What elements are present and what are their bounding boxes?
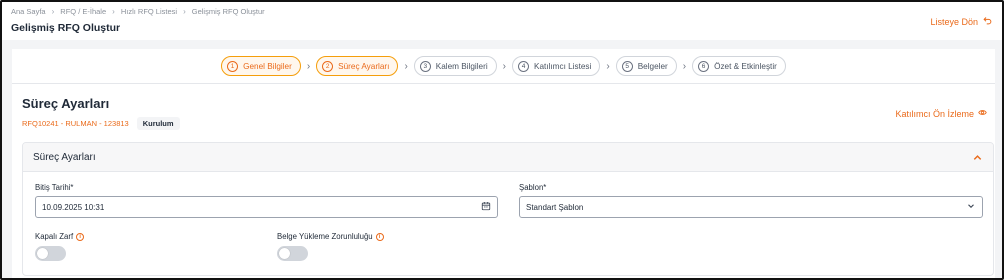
breadcrumb: Ana Sayfa › RFQ / E-İhale › Hızlı RFQ Li… [11, 7, 265, 16]
breadcrumb-item-current: Gelişmiş RFQ Oluştur [191, 7, 265, 16]
template-label: Şablon* [519, 183, 547, 192]
participant-preview-link[interactable]: Katılımcı Ön İzleme [895, 108, 987, 119]
toggle-knob [37, 248, 48, 259]
sealed-bid-label: Kapalı Zarf [35, 232, 74, 241]
step-label: Katılımcı Listesi [534, 61, 592, 71]
chevron-right-icon: › [682, 60, 687, 72]
template-value: Standart Şablon [526, 202, 584, 212]
chevron-right-icon: › [183, 7, 186, 16]
step-summary-activate[interactable]: 6 Özet & Etkinleştir [692, 56, 786, 76]
process-settings-card: Süreç Ayarları Bitiş Tarihi* 10.09.2025 … [22, 142, 994, 276]
chevron-right-icon: › [606, 60, 610, 72]
page-title: Gelişmiş RFQ Oluştur [11, 22, 121, 34]
app-frame: Ana Sayfa › RFQ / E-İhale › Hızlı RFQ Li… [0, 0, 1004, 280]
wizard-stepper: 1 Genel Bilgiler › 2 Süreç Ayarları › 3 … [12, 49, 995, 84]
template-select[interactable]: Standart Şablon [519, 196, 983, 218]
doc-upload-toggle[interactable] [277, 246, 308, 261]
participant-preview-label: Katılımcı Ön İzleme [895, 108, 974, 119]
step-number: 6 [698, 60, 710, 72]
chevron-right-icon: › [306, 60, 311, 72]
chevron-right-icon: › [112, 7, 115, 16]
step-label: Özet & Etkinleştir [714, 61, 777, 71]
step-label: Süreç Ayarları [338, 61, 390, 71]
step-process-settings[interactable]: 2 Süreç Ayarları [316, 56, 399, 76]
section-title: Süreç Ayarları [22, 96, 110, 111]
end-date-label: Bitiş Tarihi* [35, 183, 74, 192]
step-number: 5 [621, 60, 633, 72]
step-number: 4 [518, 60, 529, 72]
back-to-list-label: Listeye Dön [930, 16, 978, 27]
step-label: Kalem Bilgileri [435, 61, 488, 71]
chevron-right-icon: › [51, 7, 55, 16]
page-header: Ana Sayfa › RFQ / E-İhale › Hızlı RFQ Li… [2, 2, 1002, 40]
rfq-info-line: RFQ10241 - RULMAN - 123813 Kurulum [22, 117, 180, 130]
back-to-list-link[interactable]: Listeye Dön [930, 16, 992, 27]
chevron-right-icon: › [502, 60, 506, 72]
step-number: 1 [227, 60, 239, 72]
end-date-value: 10.09.2025 10:31 [42, 202, 105, 212]
toggle-knob [279, 248, 290, 259]
status-badge: Kurulum [136, 117, 180, 130]
sealed-bid-label-row: Kapalı Zarf i [35, 232, 85, 241]
chevron-up-icon[interactable] [971, 151, 983, 163]
step-documents[interactable]: 5 Belgeler [615, 56, 677, 76]
breadcrumb-item-quick-rfq-list[interactable]: Hızlı RFQ Listesi [121, 7, 177, 16]
breadcrumb-item-home[interactable]: Ana Sayfa [11, 7, 46, 16]
step-label: Genel Bilgiler [243, 61, 292, 71]
doc-upload-label: Belge Yükleme Zorunluluğu [277, 232, 373, 241]
end-date-field[interactable]: 10.09.2025 10:31 [35, 196, 498, 218]
main-content: Süreç Ayarları RFQ10241 - RULMAN - 12381… [12, 84, 995, 278]
step-general-info[interactable]: 1 Genel Bilgiler [221, 56, 301, 76]
undo-arrow-icon [983, 16, 992, 27]
eye-icon [978, 108, 987, 119]
step-item-info[interactable]: 3 Kalem Bilgileri [413, 56, 497, 76]
step-label: Belgeler [637, 61, 668, 71]
doc-upload-label-row: Belge Yükleme Zorunluluğu i [277, 232, 384, 241]
info-icon[interactable]: i [76, 232, 85, 241]
info-icon[interactable]: i [375, 232, 384, 241]
breadcrumb-item-rfq[interactable]: RFQ / E-İhale [60, 7, 106, 16]
step-participant-list[interactable]: 4 Katılımcı Listesi [512, 56, 601, 76]
sealed-bid-toggle[interactable] [35, 246, 66, 261]
step-number: 3 [419, 60, 431, 72]
calendar-icon[interactable] [481, 201, 491, 213]
chevron-down-icon [966, 201, 976, 213]
step-number: 2 [322, 60, 334, 72]
card-header[interactable]: Süreç Ayarları [23, 143, 993, 172]
rfq-code: RFQ10241 - RULMAN - 123813 [22, 119, 129, 128]
card-title: Süreç Ayarları [33, 151, 96, 163]
chevron-right-icon: › [404, 60, 408, 72]
